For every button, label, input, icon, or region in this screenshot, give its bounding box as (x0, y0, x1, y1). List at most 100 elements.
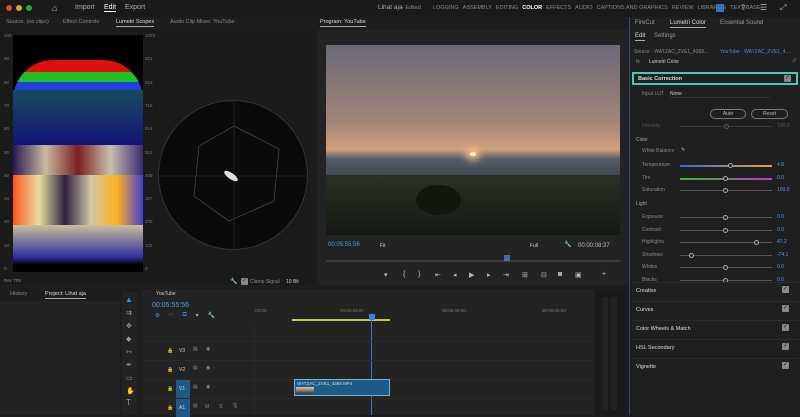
section-header[interactable]: Curves ✓ (632, 301, 798, 316)
tab-effect-controls[interactable]: Effect Controls (63, 19, 99, 25)
basic-correction-header[interactable]: Basic Correction ✓ (632, 72, 798, 85)
lock-icon[interactable]: 🔒 (167, 348, 173, 354)
insert-button[interactable]: ⊞ (522, 271, 528, 279)
shadows-slider[interactable] (680, 252, 772, 258)
quality-select[interactable]: Full (530, 243, 538, 249)
workspace-tab[interactable]: ASSEMBLY (463, 5, 492, 11)
toggle-output-eye-icon[interactable]: ◉ (206, 346, 210, 352)
share-icon[interactable]: ⇪ (740, 3, 747, 12)
section-header[interactable]: Color Wheels & Match ✓ (632, 320, 798, 335)
tab-edit[interactable]: Edit (635, 33, 646, 41)
hand-tool-icon[interactable]: ✋ (126, 387, 135, 395)
section-header[interactable]: Vignette ✓ (632, 358, 798, 373)
settings-wrench-icon[interactable]: 🔧 (564, 241, 571, 248)
intensity-slider[interactable] (680, 124, 772, 129)
slider-value[interactable]: 0.0 (777, 227, 784, 233)
nav-import[interactable]: Import (75, 4, 95, 11)
mark-in-button[interactable]: { (403, 271, 405, 278)
lock-icon[interactable]: 🔒 (167, 386, 173, 392)
maximize-window-button[interactable] (26, 5, 32, 11)
nest-icon[interactable]: ⊕ (155, 312, 160, 319)
lock-icon[interactable]: 🔒 (167, 405, 173, 411)
slider-value[interactable]: 4.8 (777, 162, 784, 168)
go-to-in-button[interactable]: ⇤ (435, 271, 441, 279)
tab-essential-sound[interactable]: Essential Sound (720, 20, 763, 26)
input-lut-select[interactable]: None (670, 91, 770, 98)
video-clip[interactable]: WATZAC_ZVE1_4368.MP4 (294, 379, 390, 396)
snap-icon[interactable]: ∩ (169, 312, 173, 319)
tab-timeline-sequence[interactable]: YouTube (156, 291, 176, 297)
work-area-bar[interactable] (292, 319, 390, 321)
track-select-tool-icon[interactable]: ⇉ (126, 309, 132, 317)
section-header[interactable]: Creative ✓ (632, 282, 798, 297)
pen-tool-icon[interactable]: ✒ (126, 361, 132, 369)
section-checkbox[interactable]: ✓ (782, 362, 789, 369)
voiceover-mic-icon[interactable]: 🎙 (232, 403, 238, 409)
track-label[interactable]: V1 (179, 386, 185, 392)
workspace-tab[interactable]: LOGGING (433, 5, 459, 11)
reset-effect-icon[interactable]: ↺ (792, 58, 796, 64)
panel-menu-icon[interactable]: ☰ (760, 3, 767, 12)
tab-lumetri-color[interactable]: Lumetri Color (670, 20, 707, 28)
mark-out-button[interactable]: } (418, 271, 420, 278)
section-checkbox[interactable]: ✓ (782, 343, 789, 350)
whites-slider[interactable] (680, 265, 772, 270)
temperature-slider[interactable] (680, 163, 772, 168)
step-forward-button[interactable]: ▸ (487, 271, 491, 279)
add-marker-icon[interactable]: ▾ (196, 312, 199, 319)
tab-lumetri-scopes[interactable]: Lumetri Scopes (116, 19, 155, 27)
linked-selection-icon[interactable]: ⧉ (182, 312, 186, 319)
section-header[interactable]: HSL Secondary ✓ (632, 339, 798, 354)
program-timecode[interactable]: 00:05:55:56 (328, 242, 360, 248)
program-scrubber[interactable] (326, 255, 620, 262)
tab-audio-clip-mixer[interactable]: Audio Clip Mixer: YouTube (170, 19, 235, 25)
highlights-slider[interactable] (680, 240, 772, 245)
tint-slider[interactable] (680, 175, 772, 181)
timeline-settings-icon[interactable]: 🔧 (208, 312, 215, 319)
target-clip-link[interactable]: YouTube · WATZAC_ZVE1_4... (720, 49, 790, 55)
track-label[interactable]: V3 (179, 348, 185, 354)
selection-tool-icon[interactable]: ▲ (125, 295, 133, 304)
track-label[interactable]: A1 (179, 405, 185, 411)
workspace-tab[interactable]: COLOR (522, 5, 542, 11)
workspace-tab[interactable]: AUDIO (575, 5, 592, 11)
workspace-tab[interactable]: REVIEW (672, 5, 694, 11)
toggle-output-eye-icon[interactable]: ◉ (206, 365, 210, 371)
home-icon[interactable]: ⌂ (52, 3, 57, 13)
timeline-playhead[interactable] (369, 314, 375, 320)
slider-value[interactable]: 47.2 (777, 239, 787, 245)
slider-value[interactable]: 0.0 (777, 175, 784, 181)
slider-value[interactable]: 0.0 (777, 214, 784, 220)
section-checkbox[interactable]: ✓ (782, 324, 789, 331)
slip-tool-icon[interactable]: ⇿ (126, 348, 132, 356)
ripple-edit-tool-icon[interactable]: ✥ (126, 322, 132, 330)
section-checkbox[interactable]: ✓ (782, 305, 789, 312)
comparison-view-button[interactable]: ▣ (575, 271, 582, 279)
add-marker-button[interactable]: ▾ (384, 271, 388, 279)
fit-select[interactable]: Fit (380, 243, 386, 249)
effect-select[interactable]: Lumetri Color (649, 59, 679, 65)
go-to-out-button[interactable]: ⇥ (503, 271, 509, 279)
minimize-window-button[interactable] (16, 5, 22, 11)
wrench-icon[interactable]: 🔧 (230, 278, 237, 285)
fullscreen-icon[interactable]: ⤢ (780, 3, 786, 13)
razor-tool-icon[interactable]: ◆ (126, 335, 131, 343)
solo-button[interactable]: S (219, 404, 222, 410)
playhead[interactable] (504, 255, 510, 261)
eyedropper-icon[interactable]: ✎ (681, 147, 685, 153)
workspace-tab[interactable]: EDITING (496, 5, 518, 11)
mute-button[interactable]: M (205, 404, 209, 410)
track-label[interactable]: V2 (179, 367, 185, 373)
export-frame-icon[interactable]: ◙ (558, 271, 562, 278)
auto-button[interactable]: Auto (710, 109, 746, 119)
tab-project[interactable]: Project: Lihat aja (45, 291, 86, 299)
nav-export[interactable]: Export (125, 4, 145, 11)
sync-lock-icon[interactable]: ▤ (193, 403, 198, 409)
sync-lock-icon[interactable]: ▤ (193, 365, 198, 371)
light-section[interactable]: Light (636, 201, 647, 207)
overwrite-button[interactable]: ⊟ (541, 271, 547, 279)
slider-value[interactable]: 0.0 (777, 264, 784, 270)
sync-lock-icon[interactable]: ▤ (193, 346, 198, 352)
slider-value[interactable]: -74.1 (777, 252, 788, 258)
toggle-output-eye-icon[interactable]: ◉ (206, 384, 210, 390)
